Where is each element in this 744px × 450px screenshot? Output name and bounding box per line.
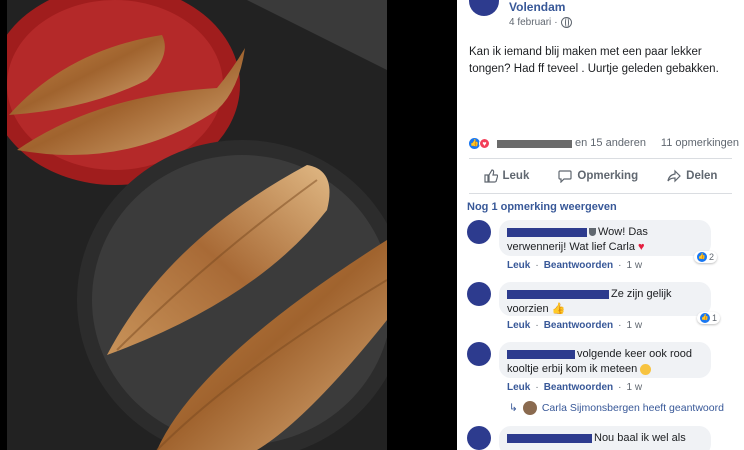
post-photo[interactable] (7, 0, 387, 450)
reaction-count: 1 (712, 313, 718, 323)
comment-bubble: Ze zijn gelijk voorzien 👍 (499, 282, 711, 316)
comment-like-link[interactable]: Leuk (507, 382, 530, 393)
comment-bubble: volgende keer ook rood kooltje erbij kom… (499, 342, 711, 378)
comment-time[interactable]: 1 w (626, 260, 642, 271)
replier-avatar (522, 401, 537, 415)
share-button[interactable]: Delen (667, 169, 717, 183)
comment-time[interactable]: 1 w (626, 382, 642, 393)
heart-emoji-icon: ♥ (638, 241, 645, 253)
right-border (387, 0, 457, 450)
comment-like-link[interactable]: Leuk (507, 320, 530, 331)
left-border (0, 0, 7, 450)
comment-icon (558, 170, 572, 183)
reactions-row: 👍 ♥ en 15 anderen 11 opmerkingen (469, 137, 739, 151)
comment-label: Opmerking (577, 170, 639, 182)
commenter-avatar[interactable] (467, 426, 491, 450)
redacted-commenter-name[interactable] (507, 349, 575, 359)
reaction-count: 2 (709, 252, 715, 262)
comment-meta: Leuk · Beantwoorden · 1 w (507, 260, 643, 271)
comment-button[interactable]: Opmerking (558, 169, 638, 183)
redacted-commenter-name[interactable] (507, 433, 592, 443)
comments-count[interactable]: 11 opmerkingen (661, 137, 739, 149)
like-button[interactable]: Leuk (483, 169, 530, 183)
comment-reactions[interactable]: 👍 2 (694, 251, 718, 263)
love-reaction-icon[interactable]: ♥ (479, 138, 490, 149)
view-more-comments-link[interactable]: Nog 1 opmerking weergeven (467, 201, 617, 213)
like-reaction-icon: 👍 (697, 252, 707, 262)
divider (469, 158, 732, 159)
globe-icon (560, 17, 572, 28)
comment-meta: Leuk · Beantwoorden · 1 w (507, 382, 643, 393)
share-icon (667, 169, 681, 183)
shield-icon (589, 228, 596, 237)
comment-meta: Leuk · Beantwoorden · 1 w (507, 320, 643, 331)
fried-sole-photo (7, 0, 387, 450)
comment-reactions[interactable]: 👍 1 (697, 312, 721, 324)
comment-like-link[interactable]: Leuk (507, 260, 530, 271)
thumbs-up-emoji-icon: 👍 (551, 303, 566, 315)
comment-reply-link[interactable]: Beantwoorden (544, 260, 613, 271)
comment-bubble: Nou baal ik wel als een (499, 426, 711, 450)
reply-summary-text: Carla Sijmonsbergen heeft geantwoord (541, 402, 724, 414)
comment-reply-link[interactable]: Beantwoorden (544, 320, 613, 331)
post-date[interactable]: 4 februari (509, 17, 551, 28)
reply-summary[interactable]: ↳ Carla Sijmonsbergen heeft geantwoord (509, 401, 724, 415)
redacted-name (497, 140, 572, 148)
like-label: Leuk (502, 170, 530, 182)
comments-panel: Volendam 4 februari · Kan ik iemand blij… (457, 0, 744, 450)
comment-bubble: Wow! Das verwennerij! Wat lief Carla ♥ (499, 220, 711, 256)
comment-time[interactable]: 1 w (626, 320, 642, 331)
post-author[interactable]: Volendam (509, 0, 565, 14)
redacted-commenter-name[interactable] (507, 227, 587, 237)
thumbs-up-icon (483, 169, 498, 183)
reply-arrow-icon: ↳ (509, 402, 518, 414)
commenter-avatar[interactable] (467, 220, 491, 244)
page-avatar[interactable] (469, 0, 499, 16)
laughing-emoji-icon (640, 363, 652, 375)
post-date-row: 4 februari · (509, 17, 572, 28)
divider (469, 193, 732, 194)
share-label: Delen (686, 170, 718, 182)
action-bar: Leuk Opmerking Delen (469, 162, 732, 190)
post-text: Kan ik iemand blij maken met een paar le… (469, 46, 719, 75)
reaction-others[interactable]: en 15 anderen (575, 137, 646, 149)
redacted-commenter-name[interactable] (507, 289, 609, 299)
commenter-avatar[interactable] (467, 282, 491, 306)
commenter-avatar[interactable] (467, 342, 491, 366)
like-reaction-icon: 👍 (700, 313, 710, 323)
comment-reply-link[interactable]: Beantwoorden (544, 382, 613, 393)
